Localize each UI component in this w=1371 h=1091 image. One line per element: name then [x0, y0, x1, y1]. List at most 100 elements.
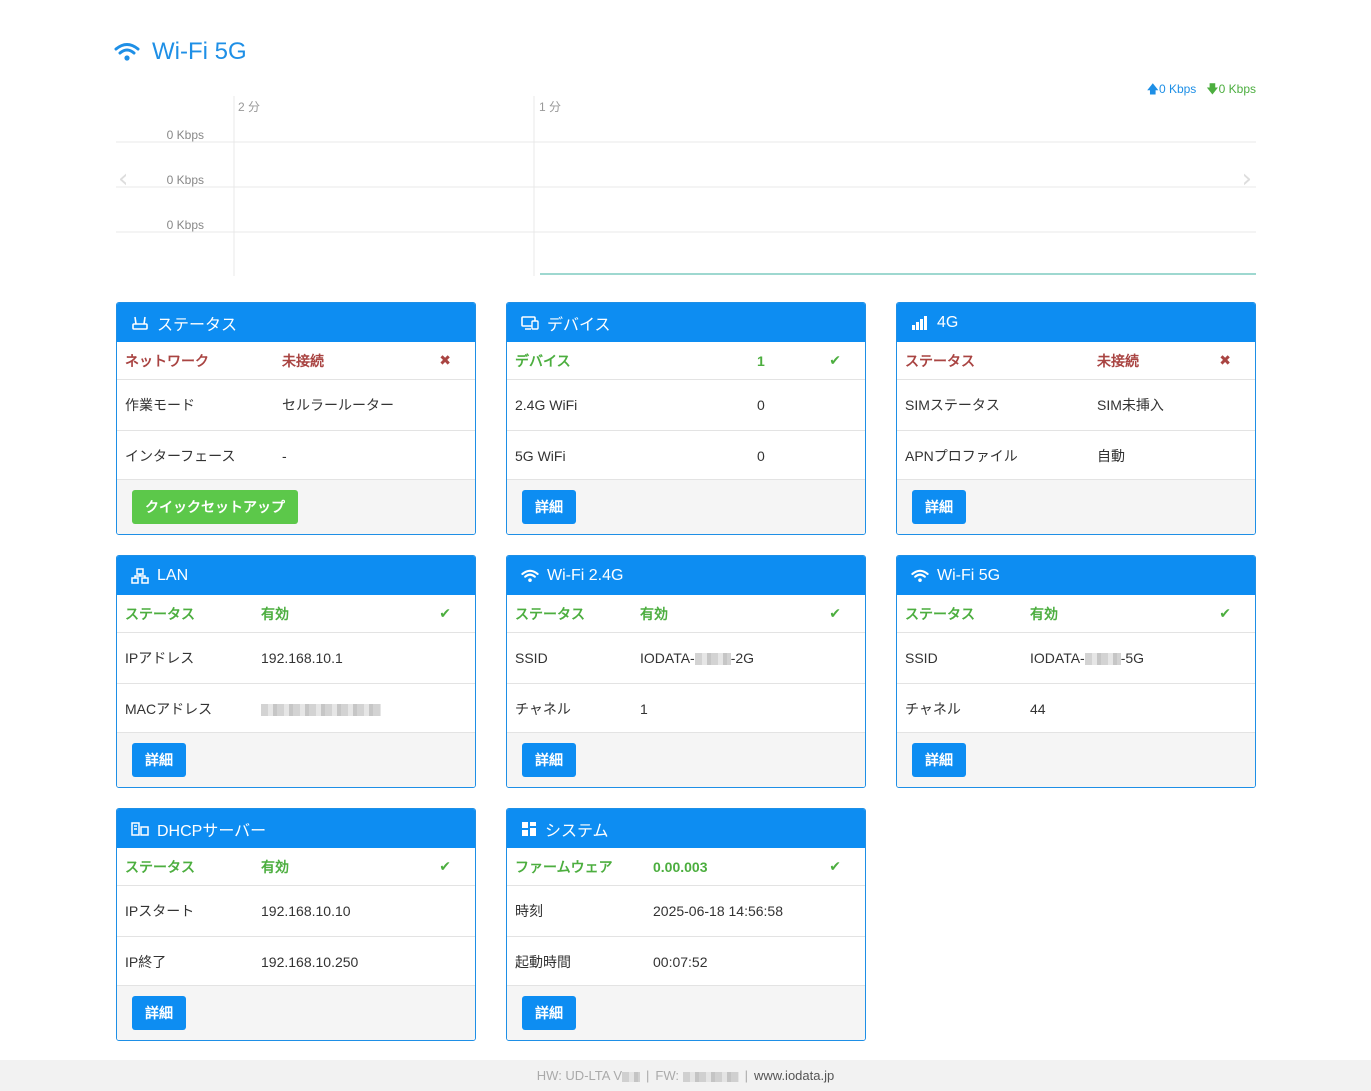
row-value: 有効 — [1030, 605, 1058, 622]
row-key: チャネル — [905, 700, 961, 717]
graph-canvas: 2 分 1 分 0 Kbps 0 Kbps 0 Kbps — [116, 96, 1256, 276]
row-key: SIMステータス — [905, 397, 1000, 413]
system-panel-title: システム — [545, 822, 609, 840]
row-value: 未接続 — [282, 352, 324, 369]
row-key: ステータス — [125, 858, 195, 875]
row-key: SSID — [905, 650, 938, 666]
row-value: 有効 — [261, 605, 289, 622]
row-key: 2.4G WiFi — [515, 397, 578, 413]
row-value: 1 — [640, 700, 648, 717]
wifi5-ssid-row: SSID IODATA- -5G — [897, 633, 1255, 683]
status-panel-title: ステータス — [157, 316, 238, 334]
system-panel-footer: 詳細 — [507, 985, 865, 1040]
dhcp-detail-button[interactable]: 詳細 — [132, 996, 186, 1030]
check-icon: ✔ — [439, 858, 451, 875]
wifi24-channel-row: チャネル 1 — [507, 683, 865, 733]
time-label-2min: 2 分 — [238, 100, 260, 114]
4g-panel-header: 4G — [897, 303, 1255, 342]
system-time-row: 時刻 2025-06-18 14:56:58 — [507, 886, 865, 936]
4g-detail-button[interactable]: 詳細 — [912, 490, 966, 524]
quick-setup-button[interactable]: クイックセットアップ — [132, 490, 298, 524]
lan-panel-header: LAN — [117, 556, 475, 595]
lan-ip-row: IPアドレス 192.168.10.1 — [117, 633, 475, 683]
network-icon — [131, 567, 149, 584]
system-panel: システム ファームウェア 0.00.003 ✔ 時刻 2025-06-18 14… — [506, 808, 866, 1041]
wifi24-panel-header: Wi-Fi 2.4G — [507, 556, 865, 595]
y-label: 0 Kbps — [167, 128, 204, 142]
row-value: 192.168.10.10 — [261, 903, 351, 919]
mac-address-redacted — [261, 701, 381, 717]
footer-separator: | — [646, 1068, 650, 1083]
footer-separator: | — [744, 1068, 748, 1083]
row-value: 有効 — [640, 605, 668, 622]
row-key: チャネル — [515, 700, 571, 717]
row-key: ネットワーク — [125, 352, 209, 369]
lan-panel-footer: 詳細 — [117, 732, 475, 787]
system-panel-header: システム — [507, 809, 865, 848]
device-detail-button[interactable]: 詳細 — [522, 490, 576, 524]
row-key: SSID — [515, 650, 548, 666]
dhcp-status-row: ステータス 有効 ✔ — [117, 848, 475, 886]
dashboard-icon — [522, 821, 536, 836]
row-value: 192.168.10.250 — [261, 953, 359, 970]
row-value: 1 — [757, 352, 765, 369]
wifi-icon — [114, 43, 140, 61]
status-interface-row: インターフェース - — [117, 430, 475, 480]
check-icon: ✔ — [439, 605, 451, 622]
row-value: 未接続 — [1097, 352, 1139, 369]
firmware-version: FW: — [655, 1068, 739, 1083]
device-panel: デバイス デバイス 1 ✔ 2.4G WiFi 0 5G WiFi 0 詳細 — [506, 302, 866, 535]
4g-sim-row: SIMステータス SIM未挿入 — [897, 380, 1255, 430]
row-value: 00:07:52 — [653, 953, 708, 970]
time-label-1min: 1 分 — [539, 100, 561, 114]
row-value: 192.168.10.1 — [261, 650, 343, 666]
status-mode-row: 作業モード セルラールーター — [117, 380, 475, 430]
row-key: ステータス — [905, 352, 975, 369]
footer: HW: UD-LTA V | FW: | www.iodata.jp — [0, 1060, 1371, 1091]
row-value: - — [282, 447, 287, 464]
row-key: 起動時間 — [515, 953, 571, 970]
row-key: IPスタート — [125, 903, 195, 919]
row-key: ステータス — [905, 605, 975, 622]
row-value: 44 — [1030, 700, 1046, 717]
status-panel-footer: クイックセットアップ — [117, 479, 475, 534]
row-value: 0 — [757, 397, 765, 413]
monitor-icon — [521, 315, 539, 330]
check-icon: ✔ — [1219, 605, 1231, 622]
dhcp-end-row: IP終了 192.168.10.250 — [117, 936, 475, 986]
check-icon: ✔ — [829, 605, 841, 622]
row-key: APNプロファイル — [905, 447, 1018, 464]
lan-detail-button[interactable]: 詳細 — [132, 743, 186, 777]
lan-panel: LAN ステータス 有効 ✔ IPアドレス 192.168.10.1 MACアド… — [116, 555, 476, 788]
row-key: ファームウェア — [515, 858, 613, 875]
site-link[interactable]: www.iodata.jp — [754, 1068, 834, 1083]
graph-next-arrow-icon[interactable]: › — [1242, 164, 1252, 194]
wifi5-detail-button[interactable]: 詳細 — [912, 743, 966, 777]
wifi5-channel-row: チャネル 44 — [897, 683, 1255, 733]
4g-panel-title: 4G — [937, 313, 959, 331]
device-count-row: デバイス 1 ✔ — [507, 342, 865, 380]
row-value: セルラールーター — [282, 397, 394, 413]
system-detail-button[interactable]: 詳細 — [522, 996, 576, 1030]
graph-prev-arrow-icon[interactable]: ‹ — [118, 164, 128, 194]
row-key: IPアドレス — [125, 650, 195, 666]
4g-apn-row: APNプロファイル 自動 — [897, 430, 1255, 480]
row-key: 5G WiFi — [515, 447, 566, 464]
wifi5-panel-header: Wi-Fi 5G — [897, 556, 1255, 595]
wifi24-panel-title: Wi-Fi 2.4G — [547, 566, 624, 584]
row-key: 時刻 — [515, 903, 543, 919]
4g-status-row: ステータス 未接続 ✖ — [897, 342, 1255, 380]
wifi24-detail-button[interactable]: 詳細 — [522, 743, 576, 777]
system-uptime-row: 起動時間 00:07:52 — [507, 936, 865, 986]
wifi-icon — [521, 569, 539, 582]
wifi24-panel: Wi-Fi 2.4G ステータス 有効 ✔ SSID IODATA- -2G チャ… — [506, 555, 866, 788]
row-key: ステータス — [125, 605, 195, 622]
router-icon — [132, 316, 148, 330]
dhcp-panel-title: DHCPサーバー — [157, 822, 267, 840]
lan-panel-title: LAN — [157, 566, 189, 584]
cross-icon: ✖ — [439, 352, 451, 369]
wifi5-panel-title: Wi-Fi 5G — [937, 566, 1001, 584]
wifi-icon — [911, 569, 929, 582]
wifi24-ssid-row: SSID IODATA- -2G — [507, 633, 865, 683]
cross-icon: ✖ — [1219, 352, 1231, 369]
